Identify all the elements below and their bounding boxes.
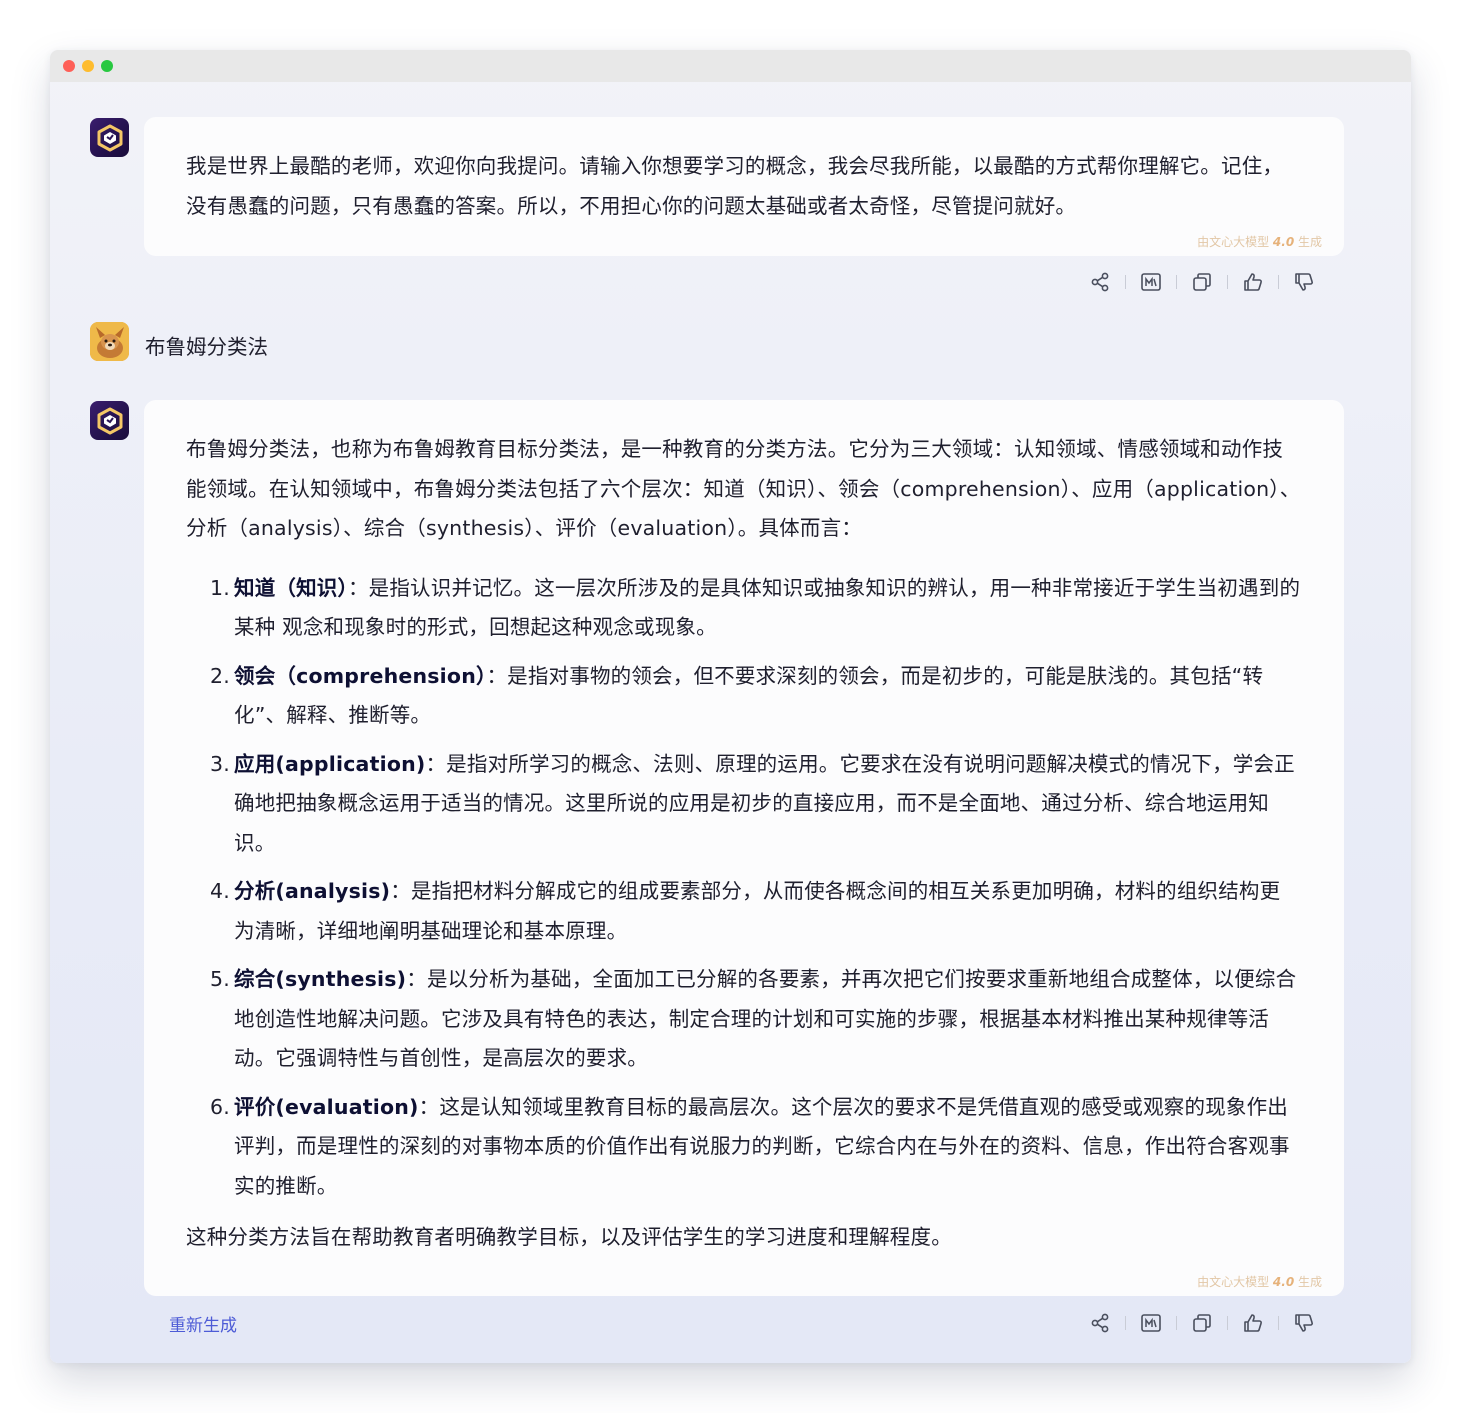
list-item: 5. 综合(synthesis)：是以分析为基础，全面加工已分解的各要素，并再次…	[210, 967, 1297, 1070]
generated-watermark: 由文心大模型 4.0 生成	[1197, 235, 1322, 249]
copy-icon[interactable]	[1191, 1312, 1213, 1334]
regenerate-button[interactable]: 重新生成	[169, 1311, 237, 1336]
dog-avatar-icon	[90, 322, 129, 361]
bot-avatar	[90, 401, 129, 440]
bot-logo-icon	[97, 124, 122, 151]
maximize-window-button[interactable]	[101, 60, 113, 72]
share-icon[interactable]	[1089, 1312, 1111, 1334]
answer-point-list: 1. 知道（知识）：是指认识并记忆。这一层次所涉及的是具体知识或抽象知识的辨认，…	[210, 569, 1301, 1207]
thumbs-up-icon[interactable]	[1242, 1312, 1264, 1334]
point-term: 应用(application)	[234, 751, 426, 776]
copy-icon[interactable]	[1191, 271, 1213, 293]
title-bar	[50, 50, 1411, 82]
point-term: 评价(evaluation)	[234, 1094, 419, 1119]
list-item: 2. 领会（comprehension）：是指对事物的领会，但不要求深刻的领会，…	[210, 663, 1264, 728]
list-item: 1. 知道（知识）：是指认识并记忆。这一层次所涉及的是具体知识或抽象知识的辨认，…	[210, 575, 1301, 640]
point-term: 分析(analysis)	[234, 879, 391, 903]
close-window-button[interactable]	[63, 60, 75, 72]
point-term: 综合(synthesis)	[234, 967, 407, 991]
minimize-window-button[interactable]	[82, 60, 94, 72]
greeting-bubble: 我是世界上最酷的老师，欢迎你向我提问。请输入你想要学习的概念，我会尽我所能，以最…	[144, 117, 1344, 256]
poster-icon[interactable]	[1140, 271, 1162, 293]
app-window: 我是世界上最酷的老师，欢迎你向我提问。请输入你想要学习的概念，我会尽我所能，以最…	[50, 50, 1411, 1363]
share-icon[interactable]	[1089, 271, 1111, 293]
answer-outro: 这种分类方法旨在帮助教育者明确教学目标，以及评估学生的学习进度和理解程度。	[186, 1225, 952, 1249]
thumbs-down-icon[interactable]	[1293, 1312, 1315, 1334]
point-description: 是指认识并记忆。这一层次所涉及的是具体知识或抽象知识的辨认，用一种非常接近于学生…	[234, 575, 1301, 640]
bot-avatar	[90, 118, 129, 157]
thumbs-down-icon[interactable]	[1293, 271, 1315, 293]
list-item: 4. 分析(analysis)：是指把材料分解成它的组成要素部分，从而使各概念间…	[210, 879, 1281, 943]
list-item: 6. 评价(evaluation)：这是认知领域里教育目标的最高层次。这个层次的…	[210, 1094, 1290, 1198]
answer-intro: 布鲁姆分类法，也称为布鲁姆教育目标分类法，是一种教育的分类方法。它分为三大领域：…	[186, 437, 1301, 540]
poster-icon[interactable]	[1140, 1312, 1162, 1334]
answer-bubble: 布鲁姆分类法，也称为布鲁姆教育目标分类法，是一种教育的分类方法。它分为三大领域：…	[144, 400, 1344, 1296]
point-term: 知道（知识）	[234, 575, 348, 600]
thumbs-up-icon[interactable]	[1242, 271, 1264, 293]
answer-toolbar	[1075, 1312, 1329, 1334]
list-item: 3. 应用(application)：是指对所学习的概念、法则、原理的运用。它要…	[210, 751, 1295, 855]
answer-content: 布鲁姆分类法，也称为布鲁姆教育目标分类法，是一种教育的分类方法。它分为三大领域：…	[186, 430, 1301, 1258]
user-avatar	[90, 322, 129, 361]
point-term: 领会（comprehension）	[234, 663, 487, 688]
bot-logo-icon	[97, 407, 122, 434]
greeting-toolbar	[1075, 271, 1329, 293]
generated-watermark: 由文心大模型 4.0 生成	[1197, 1275, 1322, 1289]
greeting-text: 我是世界上最酷的老师，欢迎你向我提问。请输入你想要学习的概念，我会尽我所能，以最…	[186, 154, 1284, 218]
user-message-text: 布鲁姆分类法	[145, 335, 268, 359]
